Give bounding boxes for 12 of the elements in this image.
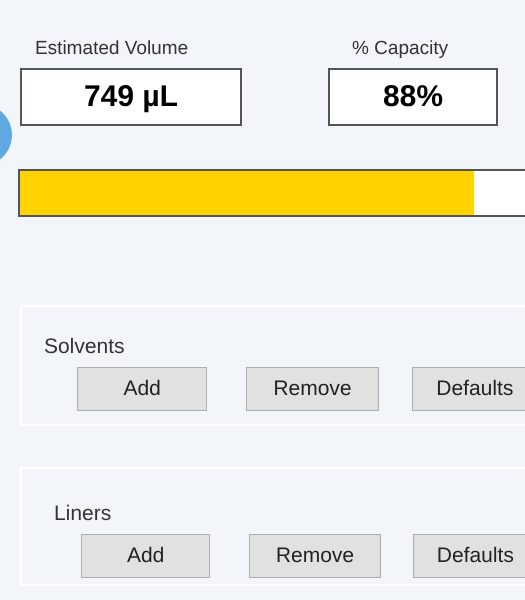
readout-label: % Capacity	[352, 37, 450, 61]
action-button[interactable]: Add	[77, 367, 208, 411]
group-title: Liners	[54, 502, 112, 524]
action-button[interactable]: Remove	[249, 534, 381, 578]
readout-value: 749 µL	[20, 68, 242, 126]
action-button[interactable]: Defaults	[412, 534, 525, 578]
readout-value: 88%	[328, 68, 498, 126]
action-button[interactable]: Defaults	[412, 367, 525, 411]
group-title: Solvents	[44, 334, 125, 358]
action-button[interactable]: Remove	[246, 367, 379, 411]
readout-label: Estimated Volume	[35, 37, 190, 61]
action-button[interactable]: Add	[81, 534, 210, 578]
